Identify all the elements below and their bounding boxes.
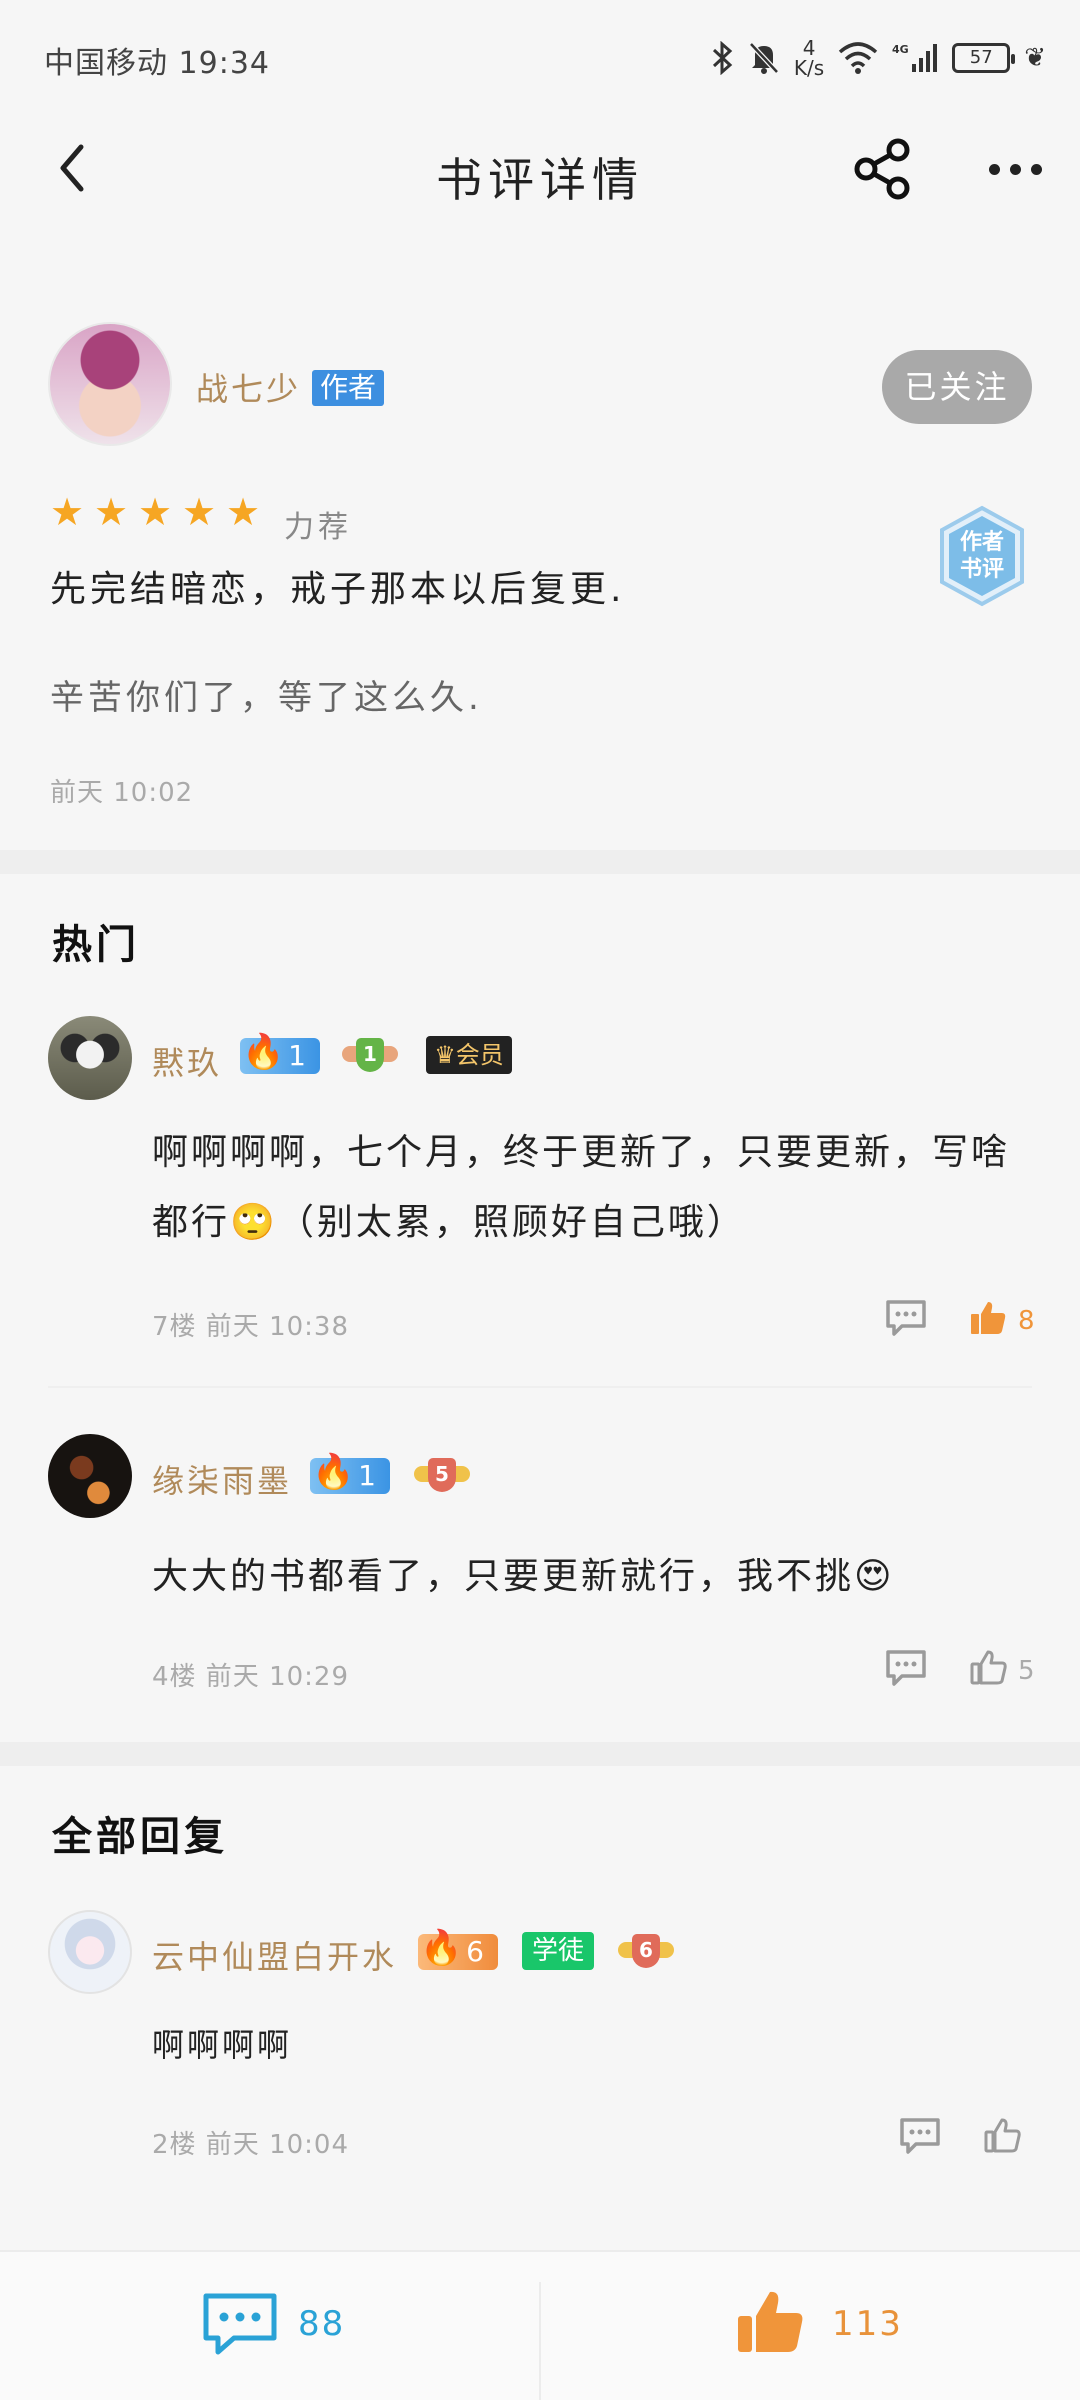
commenter-avatar[interactable] bbox=[48, 1434, 132, 1518]
bottom-bar-separator bbox=[539, 2282, 541, 2400]
level-number: 5 bbox=[428, 1458, 456, 1492]
review-time: 前天 10:02 bbox=[50, 778, 194, 808]
bottom-action-bar: 88 113 bbox=[0, 2250, 1080, 2400]
review-body: 辛苦你们了，等了这么久. bbox=[50, 678, 483, 718]
like-icon[interactable] bbox=[968, 1298, 1008, 1338]
stamp-line2: 书评 bbox=[960, 557, 1004, 582]
crown-icon: ♛ bbox=[434, 1041, 456, 1069]
rating-label: 力荐 bbox=[284, 510, 352, 545]
net-speed-value: 4 bbox=[802, 36, 816, 60]
battery-icon: 57 bbox=[952, 43, 1016, 73]
comment-text: 啊啊啊啊 bbox=[152, 2026, 293, 2064]
reply-icon[interactable] bbox=[884, 1648, 928, 1688]
fire-level-badge: 🔥 1 bbox=[310, 1452, 390, 1494]
like-icon[interactable] bbox=[968, 1648, 1008, 1688]
like-count: 5 bbox=[1018, 1656, 1035, 1686]
level-badge: 1 bbox=[342, 1036, 398, 1076]
reply-icon[interactable] bbox=[898, 2116, 942, 2156]
section-divider bbox=[0, 850, 1080, 874]
more-options-icon[interactable] bbox=[980, 134, 1050, 204]
like-count: 8 bbox=[1018, 1306, 1035, 1336]
star-icon: ★ bbox=[138, 490, 173, 534]
review-card: 战七少 作者 已关注 ★ ★ ★ ★ ★ 力荐 作者 书评 先完结暗恋，戒子那本… bbox=[0, 260, 1080, 850]
carrier-time: 中国移动 19:34 bbox=[44, 46, 270, 81]
commenter-avatar[interactable] bbox=[48, 1016, 132, 1100]
star-icon: ★ bbox=[182, 490, 217, 534]
comment-meta: 2楼 前天 10:04 bbox=[152, 2130, 349, 2160]
commenter-avatar[interactable] bbox=[48, 1910, 132, 1994]
level-badge: 6 bbox=[618, 1932, 674, 1972]
comment-count[interactable]: 88 bbox=[298, 2304, 345, 2344]
share-icon[interactable] bbox=[848, 134, 918, 204]
hot-heading: 热门 bbox=[52, 922, 140, 968]
comment-item: 缘柒雨墨 🔥 1 5 大大的书都看了，只要更新就行，我不挑😍 4楼 前天 10:… bbox=[0, 1430, 1080, 1720]
star-icon: ★ bbox=[50, 490, 85, 534]
status-bar: 中国移动 19:34 4 K/s 4G 57 ❦ bbox=[0, 0, 1080, 120]
star-icon: ★ bbox=[226, 490, 261, 534]
comment-separator bbox=[48, 1386, 1032, 1388]
section-divider bbox=[0, 1742, 1080, 1766]
comment-icon[interactable] bbox=[200, 2290, 280, 2360]
bluetooth-icon bbox=[712, 41, 733, 75]
comment-meta: 7楼 前天 10:38 bbox=[152, 1312, 349, 1342]
review-title: 先完结暗恋，戒子那本以后复更. bbox=[50, 569, 626, 610]
vip-badge: ♛会员 bbox=[426, 1036, 512, 1074]
author-review-stamp: 作者 书评 bbox=[940, 505, 1024, 607]
wifi-icon bbox=[839, 42, 878, 74]
status-icons: 4 K/s 4G 57 ❦ bbox=[710, 30, 1046, 86]
flame-icon: 🔥 bbox=[242, 1032, 285, 1072]
stamp-line1: 作者 bbox=[960, 530, 1004, 555]
star-rating: ★ ★ ★ ★ ★ bbox=[50, 490, 261, 534]
svg-text:4G: 4G bbox=[892, 43, 909, 56]
fire-level: 1 bbox=[358, 1459, 376, 1492]
signal-4g-icon: 4G bbox=[892, 43, 938, 72]
all-replies-heading: 全部回复 bbox=[52, 1814, 228, 1860]
commenter-name[interactable]: 云中仙盟白开水 bbox=[152, 1932, 397, 1978]
like-count[interactable]: 113 bbox=[832, 2304, 903, 2344]
mute-bell-icon bbox=[749, 42, 779, 74]
role-badge: 学徒 bbox=[522, 1932, 594, 1970]
title-bar: 书评详情 bbox=[0, 120, 1080, 220]
leaf-icon: ❦ bbox=[1024, 43, 1046, 73]
like-icon[interactable] bbox=[982, 2116, 1022, 2156]
vip-label: 会员 bbox=[455, 1041, 504, 1069]
comment-meta: 4楼 前天 10:29 bbox=[152, 1662, 349, 1692]
net-speed: 4 K/s bbox=[794, 38, 824, 78]
page-title: 书评详情 bbox=[436, 153, 644, 207]
like-icon[interactable] bbox=[734, 2286, 806, 2358]
follow-button[interactable]: 已关注 bbox=[882, 350, 1032, 424]
comment-item: 云中仙盟白开水 🔥 6 学徒 6 啊啊啊啊 2楼 前天 10:04 bbox=[0, 1906, 1080, 2206]
commenter-name[interactable]: 黙玖 bbox=[152, 1038, 222, 1084]
level-badge: 5 bbox=[414, 1456, 470, 1496]
level-number: 1 bbox=[356, 1038, 384, 1072]
flame-icon: 🔥 bbox=[312, 1452, 355, 1492]
author-badge: 作者 bbox=[312, 370, 385, 406]
fire-level-badge: 🔥 6 bbox=[418, 1928, 498, 1970]
author-name[interactable]: 战七少 bbox=[196, 364, 301, 410]
commenter-name[interactable]: 缘柒雨墨 bbox=[152, 1456, 292, 1502]
fire-level: 6 bbox=[466, 1935, 484, 1968]
reply-icon[interactable] bbox=[884, 1298, 928, 1338]
fire-level-badge: 🔥 1 bbox=[240, 1032, 320, 1074]
level-number: 6 bbox=[632, 1934, 660, 1968]
comment-text: 啊啊啊啊，七个月，终于更新了，只要更新，写啥都行🙄（别太累，照顾好自己哦） bbox=[152, 1132, 1011, 1243]
comment-item: 黙玖 🔥 1 1 ♛会员 啊啊啊啊，七个月，终于更新了，只要更新，写啥都行🙄（别… bbox=[0, 1010, 1080, 1370]
star-icon: ★ bbox=[94, 490, 129, 534]
comment-text: 大大的书都看了，只要更新就行，我不挑😍 bbox=[152, 1556, 895, 1597]
net-speed-unit: K/s bbox=[793, 56, 825, 80]
flame-icon: 🔥 bbox=[420, 1928, 463, 1968]
author-avatar[interactable] bbox=[48, 322, 172, 446]
fire-level: 1 bbox=[288, 1039, 306, 1072]
